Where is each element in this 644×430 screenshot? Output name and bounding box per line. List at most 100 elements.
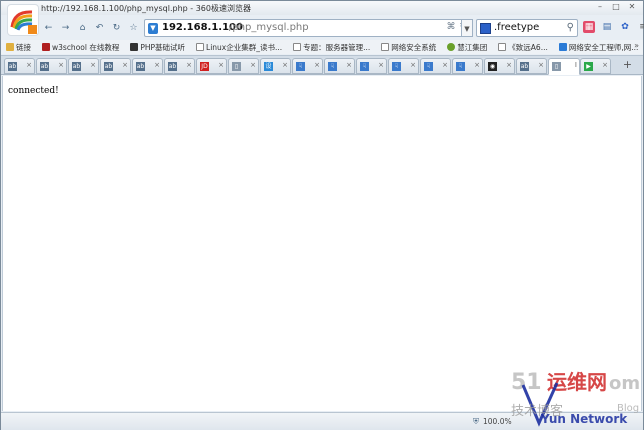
tab-favicon-icon: ab [136, 62, 145, 71]
browser-tab[interactable]: ▯ I [548, 58, 580, 75]
browser-tab[interactable]: ☟ × [324, 58, 355, 74]
history-dropdown-button[interactable]: ▼ [461, 19, 473, 37]
tab-favicon-icon: ▯ [552, 62, 561, 71]
tab-close-icon[interactable]: × [218, 61, 224, 69]
tab-favicon-icon: ab [72, 62, 81, 71]
tab-close-icon[interactable]: × [474, 61, 480, 69]
search-input[interactable]: .freetype [494, 22, 539, 33]
tab-favicon-icon: ☟ [328, 62, 337, 71]
tab-close-icon[interactable]: × [538, 61, 544, 69]
bookmark-item[interactable]: 慧江集团 [447, 42, 487, 53]
bookmark-item[interactable]: 专题：服务器管理... [293, 42, 370, 53]
browser-tab[interactable]: ☟ × [420, 58, 451, 74]
search-engine-icon[interactable] [480, 23, 491, 34]
tab-close-icon[interactable]: × [346, 61, 352, 69]
tab-favicon-icon: JD [200, 62, 209, 71]
page-icon [498, 43, 507, 51]
tab-close-icon[interactable]: × [26, 61, 32, 69]
page-security-icon: ▼ [148, 23, 158, 34]
browser-tab[interactable]: ◉ × [484, 58, 515, 74]
title-bar: http://192.168.1.100/php_mysql.php - 360… [1, 1, 643, 15]
browser-tab[interactable]: ☟ × [452, 58, 483, 74]
triangle-icon [558, 43, 567, 51]
folder-icon [6, 43, 14, 51]
browser-tab[interactable]: ab × [516, 58, 547, 74]
bookmark-item[interactable]: 链接 [6, 42, 31, 53]
search-box[interactable]: .freetype ⚲ [476, 19, 578, 37]
favorite-button[interactable]: ☆ [126, 21, 141, 36]
tab-close-icon[interactable]: × [442, 61, 448, 69]
tab-favicon-icon: ◉ [488, 62, 497, 71]
browser-tab[interactable]: ab × [164, 58, 195, 74]
browser-tab[interactable]: ab × [68, 58, 99, 74]
tab-title[interactable]: I [575, 61, 577, 69]
address-bar[interactable]: ▼ 192.168.1.100 /php_mysql.php ⌘ ↻ [144, 19, 471, 37]
browser-window: http://192.168.1.100/php_mysql.php - 360… [0, 0, 644, 430]
new-tab-button[interactable]: + [620, 58, 635, 73]
browser-tab[interactable]: ab × [100, 58, 131, 74]
tab-close-icon[interactable]: × [58, 61, 64, 69]
tab-close-icon[interactable]: × [282, 61, 288, 69]
svg-text:运维网: 运维网 [547, 370, 607, 394]
bookmark-item[interactable]: 网络安全工程师,网... [558, 42, 638, 53]
browser-tab[interactable]: 设 × [260, 58, 291, 74]
tab-favicon-icon: ☟ [456, 62, 465, 71]
tab-favicon-icon: ▯ [232, 62, 241, 71]
tab-favicon-icon: ☟ [424, 62, 433, 71]
tab-favicon-icon: ☟ [296, 62, 305, 71]
browser-tab[interactable]: ▶ × [580, 58, 611, 74]
site-icon [130, 43, 139, 51]
window-title: http://192.168.1.100/php_mysql.php - 360… [41, 4, 251, 13]
tab-favicon-icon: ab [520, 62, 529, 71]
browser-tab[interactable]: ☟ × [292, 58, 323, 74]
tab-favicon-icon: ▶ [584, 62, 593, 71]
bookmark-item[interactable]: Linux企业集群_读书... [196, 42, 282, 53]
forward-button[interactable]: → [58, 21, 73, 36]
security-shield-icon[interactable]: ⛨ [473, 417, 479, 427]
paw-icon[interactable]: ✿ [619, 21, 631, 33]
tab-favicon-icon: ab [168, 62, 177, 71]
tab-close-icon[interactable]: × [250, 61, 256, 69]
site-watermark-logo: 51 运维网 om 技术博客 Yun Network Blog [509, 363, 643, 427]
bookmark-item[interactable]: 网络安全系统 [381, 42, 436, 53]
tab-close-icon[interactable]: × [154, 61, 160, 69]
tab-close-icon[interactable]: × [378, 61, 384, 69]
browser-tab[interactable]: ab × [36, 58, 67, 74]
bookmark-item[interactable]: PHP基础试听 [130, 42, 185, 53]
tab-close-icon[interactable]: × [602, 61, 608, 69]
tab-close-icon[interactable]: × [186, 61, 192, 69]
browser-tab[interactable]: JD × [196, 58, 227, 74]
extension-icon[interactable]: ▦ [583, 21, 595, 33]
browser-tab[interactable]: ab × [4, 58, 35, 74]
home-button[interactable]: ⌂ [75, 21, 90, 36]
tab-close-icon[interactable]: × [122, 61, 128, 69]
window-controls: – □ ✕ [593, 2, 639, 12]
tab-strip: ▶ × ▯ Iab × ◉ × ☟ × ☟ × ☟ × ☟ × ☟ × ☟ × 设 × ▯ × JD × ab × ab × ab × ab ×… [1, 55, 643, 75]
url-path: /php_mysql.php [229, 22, 309, 33]
tab-close-icon[interactable]: × [314, 61, 320, 69]
undo-close-button[interactable]: ↶ [92, 21, 107, 36]
compat-mode-icon[interactable]: ⌘ [446, 22, 455, 32]
zoom-level[interactable]: 100.0% [483, 417, 512, 426]
browser-tab[interactable]: ▯ × [228, 58, 259, 74]
tab-close-icon[interactable]: × [90, 61, 96, 69]
bookmark-item[interactable]: 《致远A6... [498, 42, 548, 53]
minimize-icon[interactable]: – [593, 2, 607, 12]
back-button[interactable]: ← [41, 21, 56, 36]
close-icon[interactable]: ✕ [625, 2, 639, 12]
browser-tab[interactable]: ☟ × [356, 58, 387, 74]
browser-tab[interactable]: ☟ × [388, 58, 419, 74]
svg-text:Blog: Blog [617, 403, 639, 414]
tab-close-icon[interactable]: × [410, 61, 416, 69]
screenshot-icon[interactable]: ▤ [601, 21, 613, 33]
more-bookmarks-icon[interactable]: » [634, 41, 639, 50]
browser-tab[interactable]: ab × [132, 58, 163, 74]
tab-close-icon[interactable]: × [506, 61, 512, 69]
maximize-icon[interactable]: □ [609, 2, 623, 12]
search-icon[interactable]: ⚲ [567, 22, 574, 33]
menu-icon[interactable]: ≡ [637, 21, 644, 33]
bookmark-item[interactable]: w3school 在线教程 [42, 42, 119, 53]
svg-text:om: om [609, 373, 640, 394]
svg-text:Yun Network: Yun Network [540, 412, 628, 426]
refresh-button[interactable]: ↻ [109, 21, 124, 36]
